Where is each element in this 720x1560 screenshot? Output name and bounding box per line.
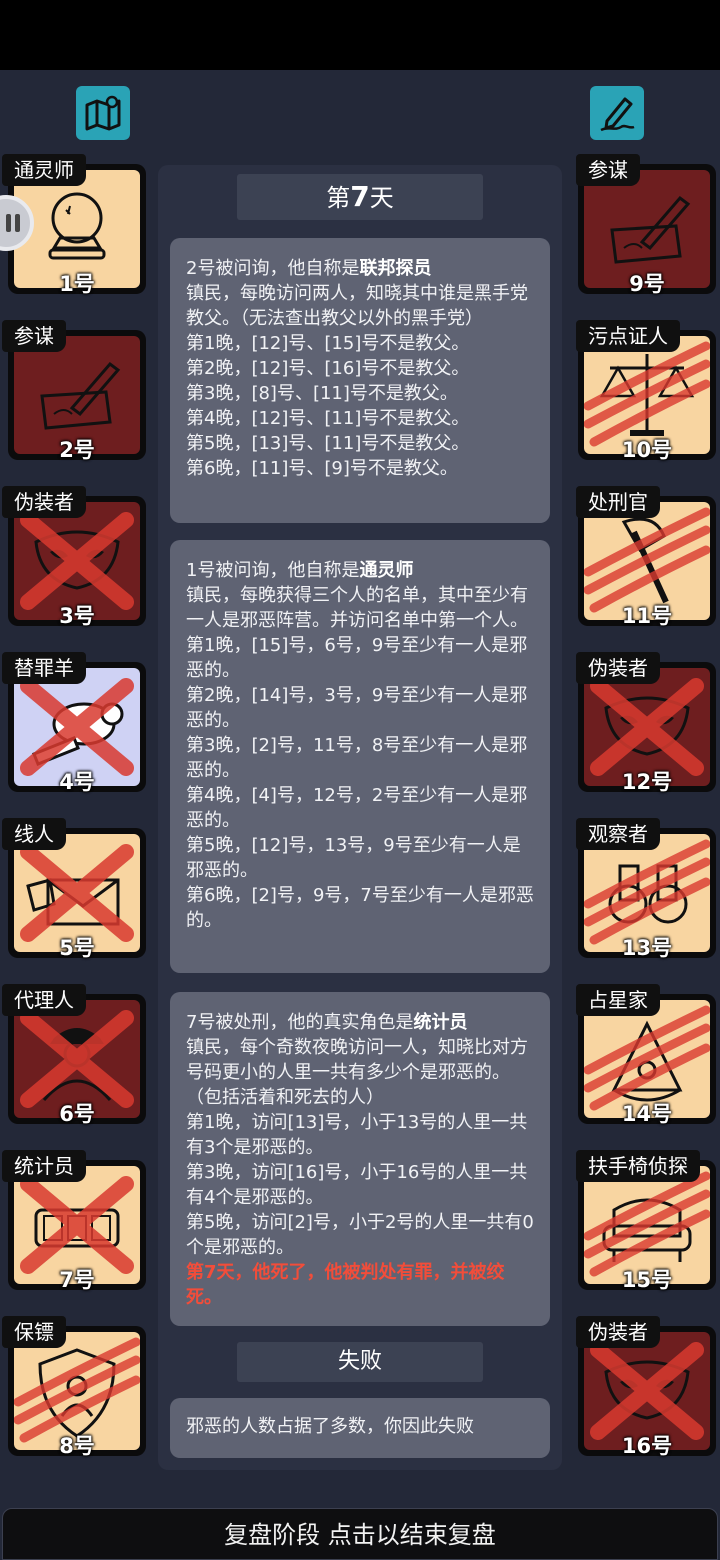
role-label: 扶手椅侦探 xyxy=(576,1150,700,1182)
role-label: 处刑官 xyxy=(576,486,660,518)
role-label: 伪装者 xyxy=(2,486,86,518)
role-label: 伪装者 xyxy=(576,1316,660,1348)
player-number: 12号 xyxy=(621,770,673,794)
notes-button[interactable] xyxy=(590,86,644,140)
player-card-16号[interactable]: 伪装者 16号 xyxy=(570,1312,720,1462)
day-header: 第7天 xyxy=(237,174,483,220)
role-label: 替罪羊 xyxy=(2,652,86,684)
player-card-11号[interactable]: 处刑官 11号 xyxy=(570,482,720,632)
result-message: 邪恶的人数占据了多数，你因此失败 xyxy=(170,1398,550,1458)
map-icon xyxy=(85,95,121,131)
player-card-9号[interactable]: 参谋 9号 xyxy=(570,150,720,300)
message-card: 2号被问询，他自称是联邦探员 镇民，每晚访问两人，知晓其中谁是黑手党教父。（无法… xyxy=(170,238,550,523)
role-label: 参谋 xyxy=(576,154,640,186)
role-label: 参谋 xyxy=(2,320,66,352)
player-card-6号[interactable]: 代理人 6号 xyxy=(0,980,150,1130)
player-number: 3号 xyxy=(59,604,95,628)
role-label: 线人 xyxy=(2,818,66,850)
role-label: 统计员 xyxy=(2,1150,86,1182)
player-card-14号[interactable]: 占星家 14号 xyxy=(570,980,720,1130)
player-card-15号[interactable]: 扶手椅侦探 15号 xyxy=(570,1146,720,1296)
result-title: 失败 xyxy=(237,1342,483,1382)
player-card-5号[interactable]: 线人 5号 xyxy=(0,814,150,964)
player-card-2号[interactable]: 参谋 2号 xyxy=(0,316,150,466)
player-number: 5号 xyxy=(59,936,95,960)
player-number: 10号 xyxy=(621,438,673,462)
player-card-7号[interactable]: 统计员 7号 xyxy=(0,1146,150,1296)
player-number: 15号 xyxy=(621,1268,673,1292)
pencil-note-icon xyxy=(600,97,635,132)
player-card-3号[interactable]: 伪装者 3号 xyxy=(0,482,150,632)
player-card-8号[interactable]: 保镖 8号 xyxy=(0,1312,150,1462)
message-text: 2号被问询，他自称是联邦探员 镇民，每晚访问两人，知晓其中谁是黑手党教父。（无法… xyxy=(186,258,528,479)
player-number: 8号 xyxy=(59,1434,95,1458)
player-number: 6号 xyxy=(59,1102,95,1126)
status-bar xyxy=(0,0,720,70)
player-number: 13号 xyxy=(621,936,673,960)
player-number: 2号 xyxy=(59,438,95,462)
player-number: 16号 xyxy=(621,1434,673,1458)
player-number: 9号 xyxy=(629,272,665,296)
role-label: 伪装者 xyxy=(576,652,660,684)
role-label: 污点证人 xyxy=(576,320,680,352)
player-card-10号[interactable]: 污点证人 10号 xyxy=(570,316,720,466)
role-label: 保镖 xyxy=(2,1316,66,1348)
message-card: 1号被问询，他自称是通灵师 镇民，每晚获得三个人的名单，其中至少有一人是邪恶阵营… xyxy=(170,540,550,973)
player-number: 7号 xyxy=(59,1268,95,1292)
player-card-4号[interactable]: 替罪羊 4号 xyxy=(0,648,150,798)
role-label: 通灵师 xyxy=(2,154,86,186)
role-label: 占星家 xyxy=(576,984,660,1016)
message-card: 7号被处刑，他的真实角色是统计员 镇民，每个奇数夜晚访问一人，知晓比对方号码更小… xyxy=(170,992,550,1326)
player-number: 4号 xyxy=(59,770,95,794)
player-card-13号[interactable]: 观察者 13号 xyxy=(570,814,720,964)
message-text: 1号被问询，他自称是通灵师 镇民，每晚获得三个人的名单，其中至少有一人是邪恶阵营… xyxy=(186,560,534,931)
message-text: 7号被处刑，他的真实角色是统计员 镇民，每个奇数夜晚访问一人，知晓比对方号码更小… xyxy=(186,1012,534,1308)
player-card-12号[interactable]: 伪装者 12号 xyxy=(570,648,720,798)
end-review-button[interactable]: 复盘阶段 点击以结束复盘 xyxy=(2,1508,718,1560)
player-number: 1号 xyxy=(59,272,95,296)
role-label: 代理人 xyxy=(2,984,86,1016)
role-label: 观察者 xyxy=(576,818,660,850)
map-button[interactable] xyxy=(76,86,130,140)
player-number: 14号 xyxy=(621,1102,673,1126)
player-number: 11号 xyxy=(621,604,673,628)
